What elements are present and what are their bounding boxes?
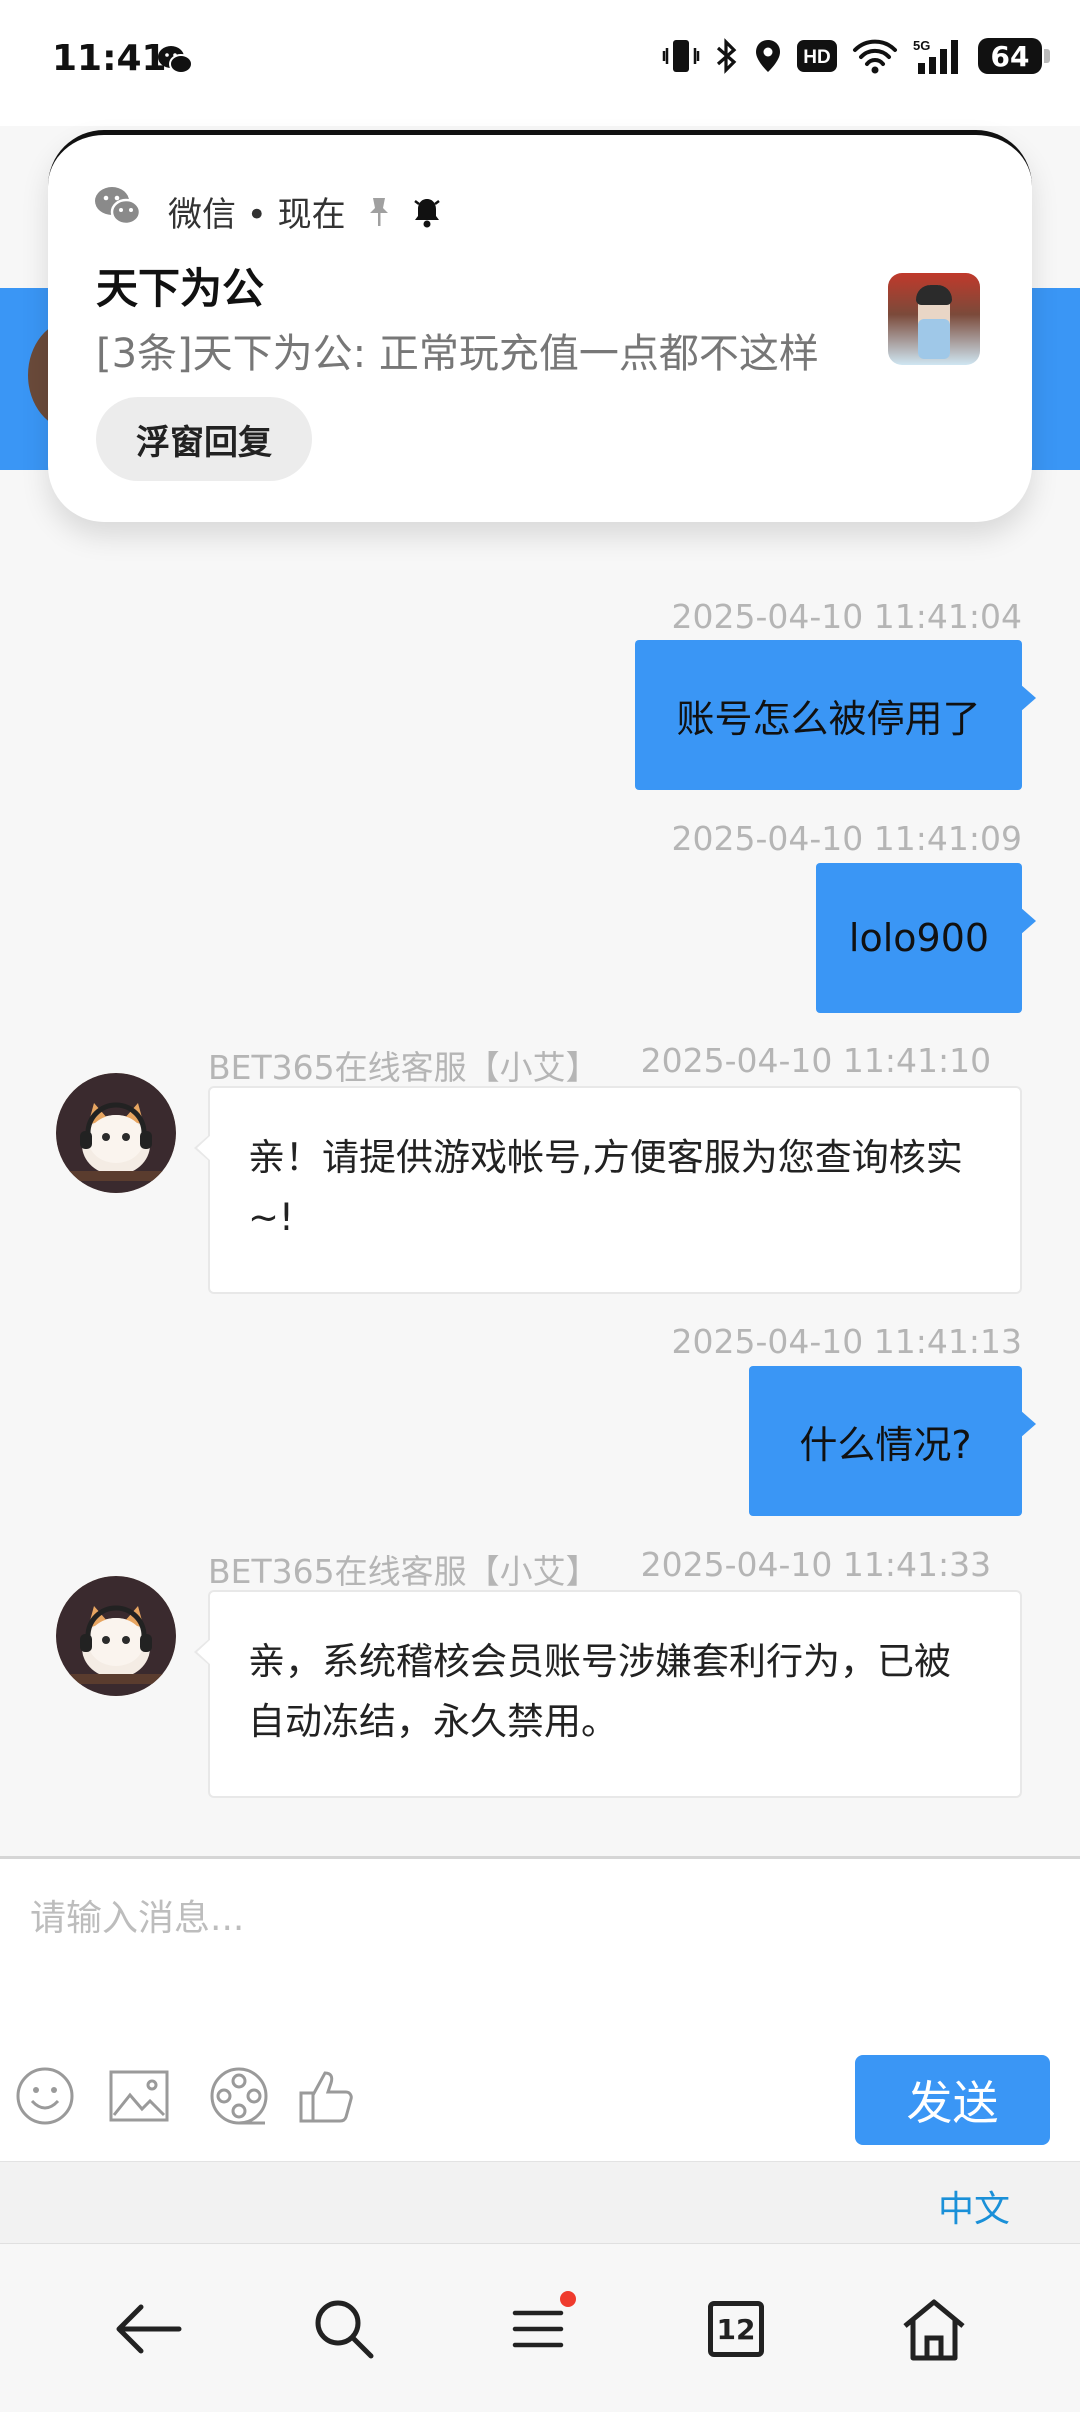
agent-avatar[interactable] xyxy=(56,1576,176,1696)
sent-message-bubble[interactable]: 什么情况? xyxy=(749,1366,1036,1516)
notification-body: [3条]天下为公: 正常玩充值一点都不这样 xyxy=(96,331,819,377)
thumbs-up-icon[interactable] xyxy=(296,2065,358,2127)
browser-nav-bar: 12 xyxy=(0,2243,1080,2412)
video-icon[interactable] xyxy=(208,2065,270,2127)
pin-icon xyxy=(369,197,388,226)
location-icon xyxy=(756,40,780,72)
message-timestamp: 2025-04-10 11:41:13 xyxy=(671,1322,1022,1361)
sent-message-bubble[interactable]: 账号怎么被停用了 xyxy=(635,640,1036,790)
menu-icon xyxy=(512,2310,564,2348)
ime-toolbar: 中文 xyxy=(0,2161,1080,2243)
agent-avatar[interactable] xyxy=(56,1073,176,1193)
ime-language-toggle[interactable]: 中文 xyxy=(938,2180,1010,2232)
bell-icon xyxy=(413,198,440,227)
tabs-button[interactable]: 12 xyxy=(696,2289,776,2369)
svg-text:5G: 5G xyxy=(913,38,930,53)
message-timestamp: 2025-04-10 11:41:33 xyxy=(640,1545,992,1584)
battery-icon: 64 xyxy=(978,38,1050,74)
home-icon xyxy=(903,2299,965,2361)
received-message-bubble[interactable]: 亲！请提供游戏帐号,方便客服为您查询核实~! xyxy=(194,1086,1022,1294)
svg-text:HD: HD xyxy=(803,47,830,68)
status-bar: 11:41 HD 5G 64 xyxy=(0,0,1080,126)
notification-title: 天下为公 xyxy=(96,264,265,313)
hd-icon: HD xyxy=(797,40,837,72)
wechat-icon xyxy=(158,46,193,74)
notification-dot xyxy=(560,2291,576,2307)
battery-level: 64 xyxy=(990,39,1030,73)
message-timestamp: 2025-04-10 11:41:04 xyxy=(671,597,1022,636)
send-button[interactable]: 发送 xyxy=(855,2055,1050,2145)
tabs-icon: 12 xyxy=(708,2301,764,2357)
wechat-icon xyxy=(95,187,142,226)
message-timestamp: 2025-04-10 11:41:09 xyxy=(671,819,1022,858)
emoji-icon[interactable] xyxy=(14,2065,76,2127)
bluetooth-icon xyxy=(716,38,737,74)
cat-headphones-icon xyxy=(56,1073,176,1193)
sender-line: BET365在线客服【小艾】 2025-04-10 11:41:10 xyxy=(208,1041,991,1089)
search-button[interactable] xyxy=(304,2289,384,2369)
wifi-icon xyxy=(853,39,897,74)
vibrate-icon xyxy=(662,40,700,72)
notification-source: 微信 • 现在 xyxy=(168,195,346,235)
cat-headphones-icon xyxy=(56,1576,176,1696)
received-message-bubble[interactable]: 亲，系统稽核会员账号涉嫌套利行为，已被自动冻结，永久禁用。 xyxy=(194,1590,1022,1798)
status-icons: HD 5G 64 xyxy=(662,36,1050,76)
search-icon xyxy=(315,2300,374,2359)
notification-thumbnail xyxy=(888,273,980,365)
message-input[interactable]: 请输入消息... xyxy=(30,1889,244,1941)
sender-line: BET365在线客服【小艾】 2025-04-10 11:41:33 xyxy=(208,1545,991,1593)
float-reply-button[interactable]: 浮窗回复 xyxy=(96,397,312,481)
sender-name: BET365在线客服【小艾】 xyxy=(208,1552,599,1591)
menu-button[interactable] xyxy=(498,2289,578,2369)
5g-signal-icon: 5G xyxy=(913,38,958,74)
message-timestamp: 2025-04-10 11:41:10 xyxy=(640,1041,992,1080)
back-button[interactable] xyxy=(108,2289,188,2369)
sent-message-bubble[interactable]: lolo900 xyxy=(816,863,1036,1013)
sender-name: BET365在线客服【小艾】 xyxy=(208,1048,599,1087)
wechat-notification[interactable]: 微信 • 现在 天下为公 [3条]天下为公: 正常玩充值一点都不这样 浮窗回复 xyxy=(48,130,1032,522)
status-time: 11:41 xyxy=(52,38,167,79)
home-button[interactable] xyxy=(894,2289,974,2369)
message-composer: 请输入消息... 发送 xyxy=(0,1856,1080,2161)
back-arrow-icon xyxy=(116,2304,182,2354)
image-icon[interactable] xyxy=(108,2065,170,2127)
notification-app-line: 微信 • 现在 xyxy=(168,187,442,236)
